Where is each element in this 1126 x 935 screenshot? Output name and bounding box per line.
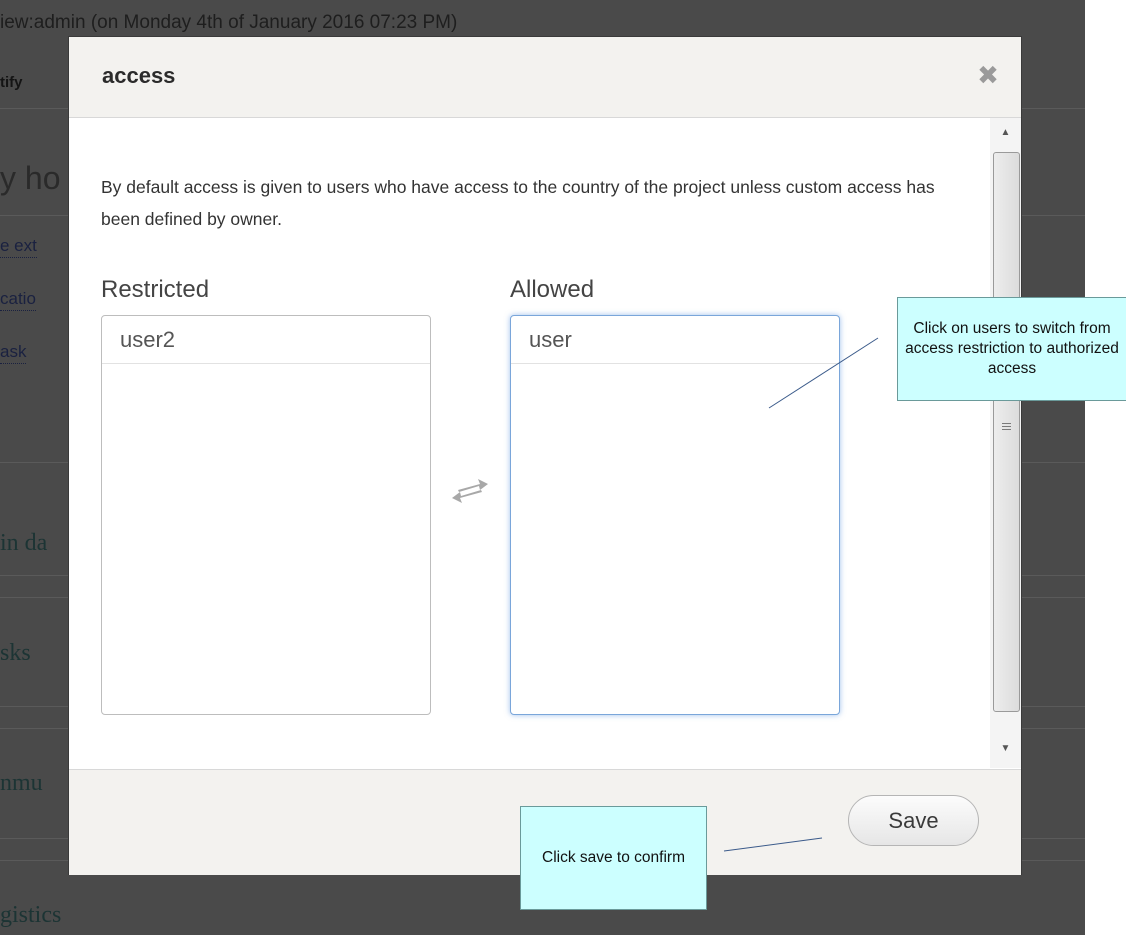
- dialog-header: access ✖: [69, 37, 1021, 118]
- swap-arrows-icon[interactable]: [450, 476, 490, 506]
- restricted-users-list[interactable]: user2: [101, 315, 431, 715]
- scroll-down-arrow-icon[interactable]: ▼: [990, 738, 1021, 760]
- background-section-title: in da: [0, 530, 48, 556]
- background-section-title: sks: [0, 640, 31, 666]
- dialog-scrollbar[interactable]: ▲ ▼: [990, 118, 1021, 768]
- scroll-grip-icon: [1002, 423, 1011, 432]
- scroll-up-arrow-icon[interactable]: ▲: [990, 122, 1021, 144]
- background-link: e ext: [0, 235, 37, 258]
- users-callout-text: Click on users to switch from access res…: [905, 320, 1119, 377]
- background-link: ask: [0, 341, 27, 364]
- allowed-users-list[interactable]: user: [510, 315, 840, 715]
- background-section-title: nmu: [0, 770, 43, 796]
- scroll-thumb[interactable]: [993, 152, 1020, 712]
- close-icon[interactable]: ✖: [974, 61, 1002, 89]
- allowed-user-item[interactable]: user: [511, 316, 839, 364]
- background-link: catio: [0, 288, 36, 311]
- page-header-text: iew:admin (on Monday 4th of January 2016…: [0, 12, 458, 33]
- notify-label: tify: [0, 74, 23, 91]
- save-callout: Click save to confirm: [520, 806, 707, 910]
- access-dialog: access ✖ By default access is given to u…: [68, 36, 1022, 875]
- page-heading: y ho: [0, 160, 61, 196]
- save-button[interactable]: Save: [848, 795, 979, 846]
- allowed-label: Allowed: [510, 276, 595, 303]
- restricted-user-item[interactable]: user2: [102, 316, 430, 364]
- background-section-title: gistics: [0, 902, 62, 928]
- restricted-label: Restricted: [101, 276, 210, 303]
- access-description: By default access is given to users who …: [101, 177, 935, 229]
- users-callout: Click on users to switch from access res…: [897, 297, 1126, 401]
- save-callout-text: Click save to confirm: [542, 849, 685, 866]
- dialog-title: access: [102, 63, 176, 88]
- dialog-body: By default access is given to users who …: [69, 118, 1021, 768]
